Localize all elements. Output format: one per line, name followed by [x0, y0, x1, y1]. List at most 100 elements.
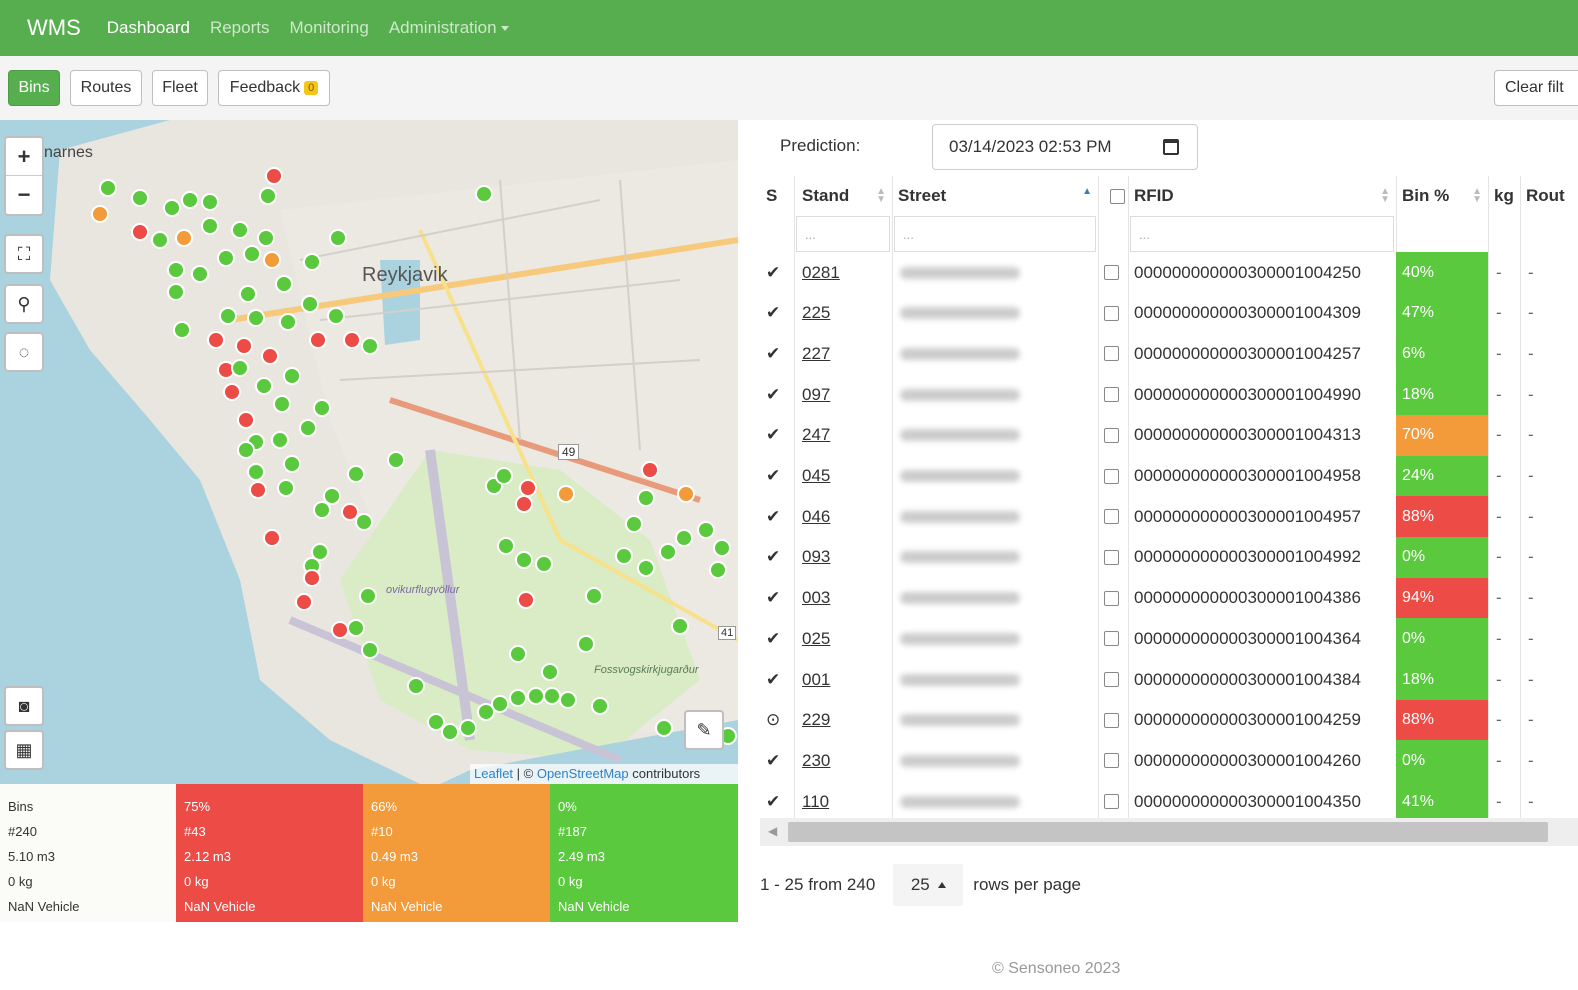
stand-link[interactable]: 003	[802, 588, 830, 608]
scroll-left-icon[interactable]: ◀	[768, 824, 777, 838]
row-checkbox[interactable]	[1104, 387, 1119, 403]
table-row[interactable]: ✔ 110 000000000000300001004350 41% - -	[760, 781, 1578, 818]
stand-link[interactable]: 227	[802, 344, 830, 364]
select-all-checkbox[interactable]	[1110, 188, 1125, 204]
osm-link[interactable]: OpenStreetMap	[537, 766, 629, 781]
layout-icon[interactable]: ▦	[4, 730, 44, 770]
legend-high-fill[interactable]: 75% #43 2.12 m3 0 kg NaN Vehicle	[176, 784, 363, 922]
legend-all-bins[interactable]: Bins #240 5.10 m3 0 kg NaN Vehicle	[0, 784, 176, 922]
measure-icon[interactable]: ✎	[684, 710, 724, 750]
table-row[interactable]: ✔ 097 000000000000300001004990 18% - -	[760, 374, 1578, 416]
row-checkbox[interactable]	[1104, 712, 1119, 728]
nav-reports[interactable]: Reports	[210, 18, 270, 38]
col-header-street[interactable]: Street ▲	[892, 176, 1098, 216]
row-checkbox[interactable]	[1104, 509, 1119, 525]
tab-fleet[interactable]: Fleet	[152, 70, 208, 106]
row-checkbox[interactable]	[1104, 753, 1119, 769]
status-icon: ✔	[766, 262, 781, 282]
filter-stand-input[interactable]: ...	[796, 216, 890, 252]
zoom-out-icon[interactable]: −	[6, 176, 42, 214]
col-header-status[interactable]: S	[760, 176, 794, 216]
legend-low-fill[interactable]: 0% #187 2.49 m3 0 kg NaN Vehicle	[550, 784, 738, 922]
table-horizontal-scrollbar[interactable]: ◀	[760, 818, 1578, 846]
row-checkbox[interactable]	[1104, 672, 1119, 687]
prediction-datetime-input[interactable]: 03/14/2023 02:53 PM	[932, 124, 1198, 170]
table-row[interactable]: ✔ 230 000000000000300001004260 0% - -	[760, 740, 1578, 782]
stand-link[interactable]: 001	[802, 670, 830, 690]
legend-high-title: 75%	[184, 799, 211, 814]
col-header-rfid[interactable]: RFID ▲ ▼	[1128, 176, 1396, 216]
zoom-in-icon[interactable]: +	[6, 138, 42, 176]
col-header-bin-pct-label: Bin %	[1402, 186, 1450, 205]
col-header-kg[interactable]: kg	[1488, 176, 1520, 216]
rfid-value: 000000000000300001004957	[1134, 506, 1361, 526]
table-row[interactable]: ✔ 046 000000000000300001004957 88% - -	[760, 496, 1578, 538]
table-row[interactable]: ✔ 045 000000000000300001004958 24% - -	[760, 455, 1578, 497]
lasso-icon[interactable]: ◌	[4, 332, 44, 372]
legend-mid-weight: 0 kg	[371, 874, 396, 889]
row-checkbox[interactable]	[1104, 305, 1119, 321]
stand-link[interactable]: 229	[802, 710, 830, 730]
col-header-stand[interactable]: Stand ▲ ▼	[796, 176, 892, 216]
bin-marker-green	[327, 307, 345, 325]
nav-administration[interactable]: Administration	[389, 18, 509, 38]
nav-dashboard[interactable]: Dashboard	[107, 18, 190, 38]
stand-link[interactable]: 225	[802, 303, 830, 323]
stand-link[interactable]: 0281	[802, 263, 840, 283]
col-header-select-all[interactable]	[1104, 176, 1128, 216]
table-row[interactable]: ✔ 003 000000000000300001004386 94% - -	[760, 577, 1578, 619]
stand-link[interactable]: 110	[802, 792, 829, 812]
col-header-bin-pct[interactable]: Bin % ▲ ▼	[1396, 176, 1488, 216]
fullscreen-icon[interactable]: ⛶	[4, 234, 44, 274]
row-checkbox[interactable]	[1104, 346, 1119, 362]
locate-icon[interactable]: ⚲	[4, 284, 44, 324]
row-checkbox[interactable]	[1104, 549, 1119, 565]
brand-logo[interactable]: WMS	[27, 15, 81, 41]
table-row[interactable]: ✔ 225 000000000000300001004309 47% - -	[760, 292, 1578, 334]
filter-street-input[interactable]: ...	[894, 216, 1096, 252]
tab-routes[interactable]: Routes	[70, 70, 142, 106]
row-checkbox[interactable]	[1104, 427, 1119, 443]
table-row[interactable]: ⊙ 229 000000000000300001004259 88% - -	[760, 699, 1578, 741]
stand-link[interactable]: 093	[802, 547, 830, 567]
rows-per-page-select[interactable]: 25	[893, 864, 964, 906]
table-row[interactable]: ✔ 227 000000000000300001004257 6% - -	[760, 333, 1578, 375]
col-header-street-label: Street	[898, 186, 947, 205]
stand-link[interactable]: 025	[802, 629, 830, 649]
stand-link[interactable]: 230	[802, 751, 830, 771]
tab-bins[interactable]: Bins	[8, 70, 60, 106]
bin-marker-red	[303, 569, 321, 587]
tab-feedback[interactable]: Feedback 0	[218, 70, 330, 106]
route-value: -	[1528, 669, 1534, 689]
bins-table: S Stand ▲ ▼ Street ▲ RFID ▲ ▼ Bin % ▲ ▼ kg Rout…	[760, 176, 1578, 818]
row-checkbox[interactable]	[1104, 590, 1119, 606]
scrollbar-thumb[interactable]	[788, 822, 1548, 842]
row-checkbox[interactable]	[1104, 631, 1119, 647]
stand-link[interactable]: 247	[802, 425, 830, 445]
row-checkbox[interactable]	[1104, 794, 1119, 810]
legend-mid-fill[interactable]: 66% #10 0.49 m3 0 kg NaN Vehicle	[363, 784, 550, 922]
stand-link[interactable]: 097	[802, 385, 830, 405]
map-view[interactable]: narnes Reykjavik 49 Fossvogskirkjugarður…	[0, 120, 738, 784]
bin-marker-green	[201, 193, 219, 211]
table-row[interactable]: ✔ 247 000000000000300001004313 70% - -	[760, 414, 1578, 456]
filter-rfid-input[interactable]: ...	[1130, 216, 1394, 252]
stand-link[interactable]: 045	[802, 466, 830, 486]
leaflet-link[interactable]: Leaflet	[474, 766, 513, 781]
table-row[interactable]: ✔ 025 000000000000300001004364 0% - -	[760, 618, 1578, 660]
calendar-icon[interactable]	[1163, 139, 1179, 155]
row-checkbox[interactable]	[1104, 265, 1119, 280]
clear-filters-button[interactable]: Clear filt	[1494, 70, 1578, 106]
row-checkbox[interactable]	[1104, 468, 1119, 484]
nav-monitoring[interactable]: Monitoring	[289, 18, 368, 38]
stand-link[interactable]: 046	[802, 507, 830, 527]
col-header-route[interactable]: Rout	[1520, 176, 1578, 216]
rfid-value: 000000000000300001004250	[1134, 262, 1361, 282]
bin-marker-green	[527, 687, 545, 705]
bin-marker-green	[279, 313, 297, 331]
camera-icon[interactable]: ◙	[4, 686, 44, 726]
kg-value: -	[1496, 588, 1502, 608]
table-row[interactable]: ✔ 093 000000000000300001004992 0% - -	[760, 536, 1578, 578]
table-row[interactable]: ✔ 0281 000000000000300001004250 40% - -	[760, 252, 1578, 293]
table-row[interactable]: ✔ 001 000000000000300001004384 18% - -	[760, 659, 1578, 700]
